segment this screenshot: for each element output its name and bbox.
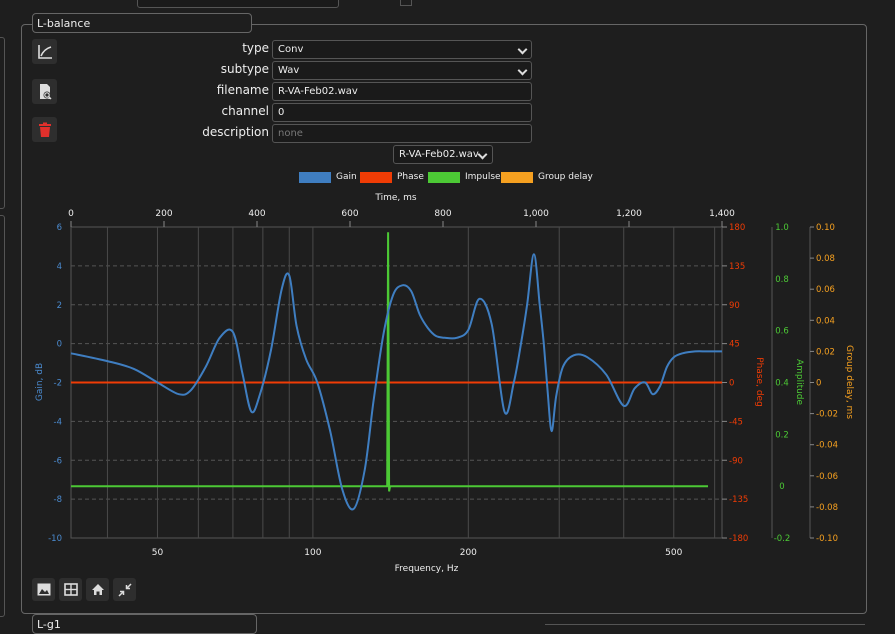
legend-phase[interactable]: Phase [360,170,424,184]
legend-label: Gain [336,172,357,182]
panel-title[interactable]: L-balance [32,13,252,33]
description-label: description [202,125,269,139]
image-icon [37,583,50,596]
trash-icon [38,122,51,137]
legend-swatch [299,171,331,183]
chart-file-select[interactable]: R-VA-Feb02.wav [393,145,493,164]
shrink-icon [117,582,132,597]
table-icon [63,583,78,596]
next-panel-title[interactable]: L-g1 [32,614,257,634]
previous-panel-checkbox[interactable] [400,0,412,6]
legend-impulse[interactable]: Impulse [428,170,501,184]
plot-button[interactable] [32,39,57,64]
left-panel-edge [0,37,5,209]
previous-panel-field[interactable] [137,0,339,8]
subtype-label: subtype [220,62,269,76]
chart-line-icon [37,44,52,59]
legend-swatch [428,171,460,183]
legend-label: Impulse [465,172,501,182]
legend-swatch [501,171,533,183]
legend-group-delay[interactable]: Group delay [501,170,593,184]
legend-label: Group delay [538,172,593,182]
delete-button[interactable] [32,117,57,142]
file-search-icon [39,83,51,99]
home-icon [91,584,104,595]
type-select[interactable]: Conv [272,40,532,59]
inspect-file-button[interactable] [32,79,57,104]
subtype-select[interactable]: Wav [272,61,532,80]
left-panel-edge [0,215,5,617]
legend-gain[interactable]: Gain [299,170,357,184]
filename-input[interactable]: R-VA-Feb02.wav [272,82,532,101]
shrink-button[interactable] [113,578,136,601]
table-view-button[interactable] [59,578,82,601]
divider [545,624,865,625]
filename-label: filename [216,83,269,97]
reset-view-button[interactable] [86,578,109,601]
legend-label: Phase [397,172,424,182]
legend-swatch [360,171,392,183]
type-label: type [242,41,269,55]
channel-input[interactable]: 0 [272,103,532,122]
save-image-button[interactable] [32,578,55,601]
channel-label: channel [221,104,269,118]
description-input[interactable]: none [272,124,532,143]
